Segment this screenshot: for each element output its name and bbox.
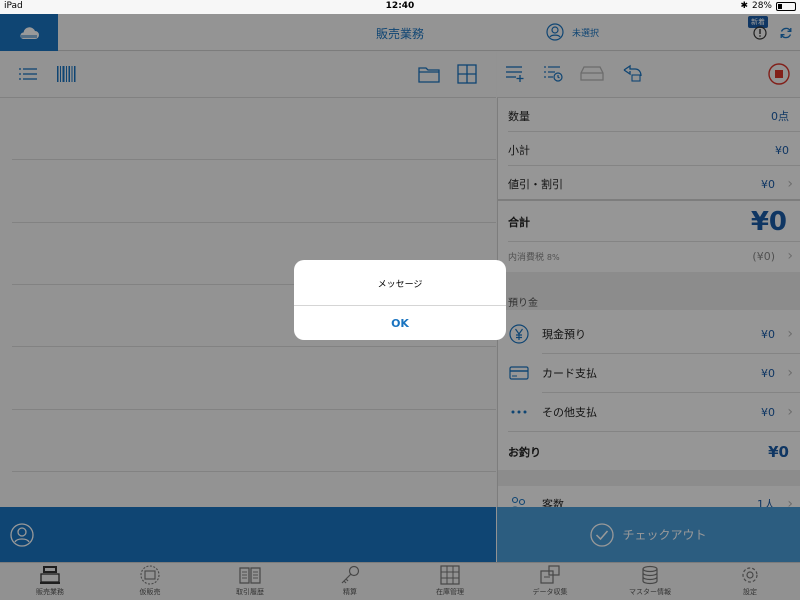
clock: 12:40 [385,1,415,11]
bluetooth-icon: ✱ [740,1,748,11]
battery-percent: 28% [751,1,772,11]
battery-icon [776,1,796,11]
status-right: ✱ 28% [740,1,796,11]
battery-fill [778,3,782,9]
status-bar: iPad 12:40 ✱ 28% [0,0,800,14]
alert-dialog: メッセージ OK [294,260,506,340]
dialog-message: メッセージ [377,280,423,290]
dialog-ok-button[interactable]: OK [294,306,506,340]
